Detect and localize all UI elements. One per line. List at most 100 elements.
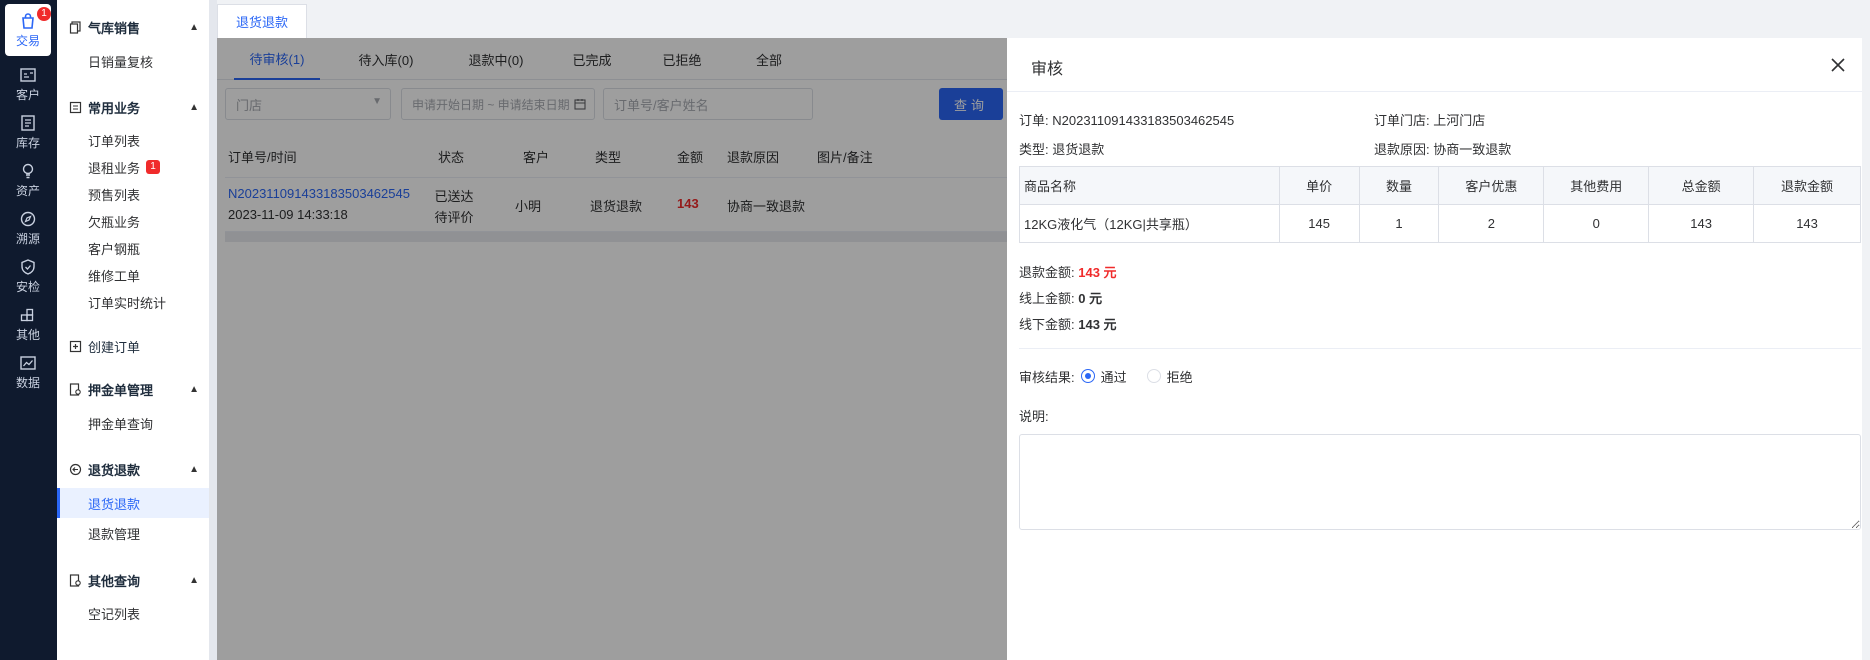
menu-item-label: 退租业务	[88, 160, 141, 176]
menu-scrollbar[interactable]	[209, 0, 217, 660]
menu-group-returns[interactable]: 退货退款 ▲	[57, 454, 209, 484]
rail-label: 客户	[15, 87, 40, 102]
menu-group-label: 退货退款	[88, 462, 141, 478]
tab-returns-refunds[interactable]: 退货退款	[217, 4, 307, 38]
menu-group-create-order[interactable]: 创建订单	[57, 331, 209, 361]
rail-badge: 1	[37, 7, 51, 21]
shield-icon	[21, 258, 35, 275]
rail-item-safety[interactable]: 安检	[5, 250, 51, 302]
type-row: 类型: 退货退款	[1019, 139, 1104, 158]
menu-item-deposit-query[interactable]: 押金单查询	[57, 408, 209, 438]
bulb-icon	[22, 163, 34, 178]
menu-group-other-query[interactable]: 其他查询 ▲	[57, 565, 209, 595]
drawer-title: 审核	[1031, 61, 1064, 78]
online-amount-row: 线上金额: 0 元	[1019, 288, 1102, 307]
cell-other-fees: 0	[1543, 204, 1650, 243]
reason-value: 协商一致退款	[1433, 142, 1512, 157]
cell-quantity: 1	[1358, 204, 1440, 243]
rail-label: 数据	[15, 375, 40, 390]
reason-label: 退款原因:	[1374, 142, 1430, 157]
menu-group-label: 常用业务	[88, 100, 141, 116]
menu-group-label: 其他查询	[88, 573, 141, 589]
column-total: 总金额	[1648, 166, 1755, 205]
menu-item-returns-refunds[interactable]: 退货退款	[57, 488, 209, 518]
rail-label: 溯源	[15, 231, 40, 246]
column-quantity: 数量	[1358, 166, 1440, 205]
close-icon[interactable]	[1828, 55, 1848, 75]
online-amount-value: 0 元	[1078, 291, 1103, 306]
order-label: 订单:	[1019, 113, 1049, 128]
inventory-icon	[21, 114, 35, 131]
drawer-header: 审核	[1007, 38, 1870, 92]
menu-item-daily-review[interactable]: 日销量复核	[57, 46, 209, 76]
menu-item-repair-orders[interactable]: 维修工单	[57, 260, 209, 290]
cell-total: 143	[1648, 204, 1755, 243]
menu-item-owed-bottles[interactable]: 欠瓶业务	[57, 206, 209, 236]
review-result-label: 审核结果:	[1019, 369, 1075, 385]
order-store-row: 订单门店: 上河门店	[1374, 110, 1485, 129]
menu-group-deposit[interactable]: 押金单管理 ▲	[57, 374, 209, 404]
page-scrollbar[interactable]	[1862, 38, 1870, 660]
menu-item-realtime-stats[interactable]: 订单实时统计	[57, 287, 209, 317]
approve-label: 通过	[1100, 369, 1127, 385]
rail-item-assets[interactable]: 资产	[5, 154, 51, 206]
type-label: 类型:	[1019, 142, 1049, 157]
goods-table: 商品名称 单价 数量 客户优惠 其他费用 总金额 退款金额 12KG液化气（12…	[1019, 166, 1861, 243]
column-customer-discount: 客户优惠	[1438, 166, 1545, 205]
menu-item-return-rent[interactable]: 退租业务 1	[57, 152, 209, 182]
rail-item-trace[interactable]: 溯源	[5, 202, 51, 254]
radio-checked-icon	[1080, 369, 1095, 383]
menu-group-common[interactable]: 常用业务 ▲	[57, 92, 209, 122]
rail-label: 交易	[15, 33, 40, 48]
icon-rail: 交易 1 客户 库存 资产 溯源 安检 其他 数据	[0, 0, 57, 660]
chevron-up-icon: ▲	[189, 21, 199, 33]
offline-amount-row: 线下金额: 143 元	[1019, 314, 1117, 333]
review-result-row: 审核结果: 通过 拒绝	[1019, 366, 1213, 386]
rail-item-data[interactable]: 数据	[5, 346, 51, 398]
online-amount-label: 线上金额:	[1019, 291, 1075, 306]
table-row: 12KG液化气（12KG|共享瓶） 145 1 2 0 143 143	[1019, 204, 1861, 243]
chevron-up-icon: ▲	[189, 574, 199, 586]
approve-radio[interactable]: 通过	[1080, 367, 1127, 386]
rail-label: 其他	[15, 327, 40, 342]
chevron-up-icon: ▲	[189, 101, 199, 113]
modal-overlay[interactable]	[217, 38, 1007, 660]
menu-group-gas-sales[interactable]: 气库销售 ▲	[57, 12, 209, 42]
column-unit-price: 单价	[1278, 166, 1360, 205]
column-refund-amount: 退款金额	[1753, 166, 1861, 205]
menu-item-presale[interactable]: 预售列表	[57, 179, 209, 209]
reject-radio[interactable]: 拒绝	[1146, 367, 1193, 386]
refund-amount-label: 退款金额:	[1019, 265, 1075, 280]
id-card-icon	[20, 67, 36, 82]
bag-icon	[22, 12, 34, 29]
rail-label: 资产	[15, 183, 40, 198]
chevron-up-icon: ▲	[189, 383, 199, 395]
store-label: 订单门店:	[1374, 113, 1430, 128]
chevron-up-icon: ▲	[189, 463, 199, 475]
description-textarea[interactable]	[1019, 434, 1861, 530]
menu-group-label: 押金单管理	[88, 382, 154, 398]
refund-amount-value: 143 元	[1078, 265, 1117, 280]
menu-group-label: 气库销售	[88, 20, 141, 36]
radio-unchecked-icon	[1146, 369, 1161, 383]
menu-item-empty-records[interactable]: 空记列表	[57, 598, 209, 628]
menu-item-order-list[interactable]: 订单列表	[57, 125, 209, 155]
side-menu: 气库销售 ▲ 日销量复核 常用业务 ▲ 订单列表 退租业务 1 预售列表 欠瓶业…	[57, 0, 209, 660]
refund-amount-row: 退款金额: 143 元	[1019, 262, 1117, 281]
cell-product-name: 12KG液化气（12KG|共享瓶）	[1019, 204, 1280, 243]
reject-label: 拒绝	[1166, 369, 1193, 385]
rail-item-customer[interactable]: 客户	[5, 58, 51, 110]
menu-item-customer-cylinders[interactable]: 客户钢瓶	[57, 233, 209, 263]
cell-unit-price: 145	[1278, 204, 1360, 243]
rail-item-other[interactable]: 其他	[5, 298, 51, 350]
order-number: N20231109143318350346254​5	[1052, 113, 1235, 128]
rail-item-trade[interactable]: 交易 1	[5, 4, 51, 56]
offline-amount-label: 线下金额:	[1019, 317, 1075, 332]
rail-label: 安检	[15, 279, 40, 294]
offline-amount-value: 143 元	[1078, 317, 1117, 332]
type-value: 退货退款	[1052, 142, 1105, 157]
menu-item-refund-manage[interactable]: 退款管理	[57, 518, 209, 548]
grid-icon	[20, 308, 34, 321]
document-search-icon	[69, 573, 81, 587]
rail-item-inventory[interactable]: 库存	[5, 106, 51, 158]
